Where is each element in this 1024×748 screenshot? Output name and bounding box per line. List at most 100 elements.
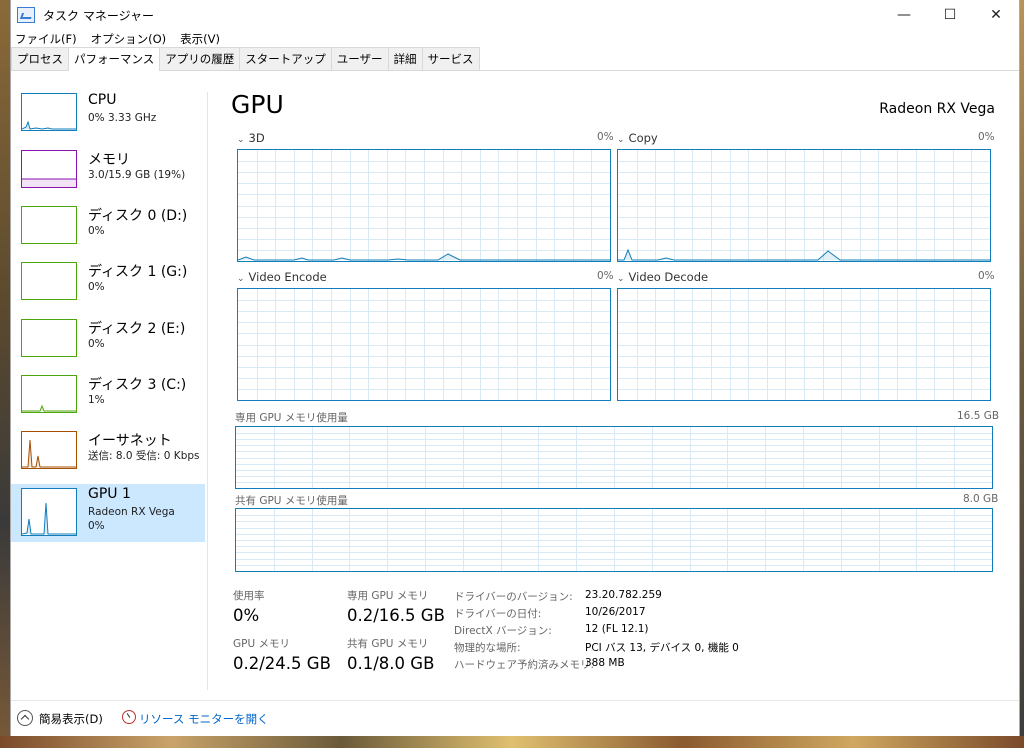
task-manager-window: タスク マネージャー — ☐ ✕ ファイル(F) オプション(O) 表示(V) … [10,0,1020,736]
engine-video-encode-name: Video Encode [248,270,327,284]
dedicated-memory-label: 専用 GPU メモリ使用量 [235,412,348,424]
engine-copy-pct: 0% [978,131,995,143]
ethernet-thumbnail-graph [21,431,77,469]
chevron-down-icon: ⌄ [617,135,625,145]
disk-0-thumbnail-graph [21,206,77,244]
sidebar-subtitle: 0% [88,281,105,293]
shared-gpu-memory-value: 0.1/8.0 GB [347,654,435,673]
tab-users[interactable]: ユーザー [330,47,389,70]
sidebar-title: ディスク 0 (D:) [88,208,188,224]
engine-video-encode-label[interactable]: ⌄ Video Encode [237,270,327,284]
gpu-thumbnail-graph [21,488,77,536]
page-title: GPU [231,90,284,119]
sidebar-item-gpu-1[interactable]: GPU 1 Radeon RX Vega 0% [11,484,205,542]
sidebar-item-disk-0[interactable]: ディスク 0 (D:) 0% [11,203,205,259]
graph-grid [236,427,992,488]
driver-version-label: ドライバーのバージョン: [454,591,573,603]
open-resource-monitor-link[interactable]: リソース モニターを開く [139,711,269,727]
utilization-value: 0% [233,606,260,625]
graph-grid [618,150,990,261]
sidebar-item-disk-1[interactable]: ディスク 1 (G:) 0% [11,259,205,315]
driver-date-label: ドライバーの日付: [454,608,542,620]
engine-copy-name: Copy [628,131,658,145]
sidebar-item-disk-3[interactable]: ディスク 3 (C:) 1% [11,372,205,428]
menu-bar: ファイル(F) オプション(O) 表示(V) [11,30,1019,48]
driver-version-value: 23.20.782.259 [585,589,662,601]
tab-bar: プロセス パフォーマンス アプリの履歴 スタートアップ ユーザー 詳細 サービス [11,47,1019,71]
hardware-reserved-memory-value: 388 MB [585,657,625,669]
tab-processes[interactable]: プロセス [11,47,69,70]
directx-version-label: DirectX バージョン: [454,625,552,637]
tab-services[interactable]: サービス [421,47,480,70]
gpu-model: Radeon RX Vega [88,506,175,518]
graph-grid [238,150,610,261]
menu-file[interactable]: ファイル(F) [15,31,77,47]
tab-performance[interactable]: パフォーマンス [68,47,161,71]
shared-memory-label: 共有 GPU メモリ使用量 [235,495,348,507]
sidebar-subtitle: 0% [88,338,105,350]
sidebar-item-ethernet[interactable]: イーサネット 送信: 8.0 受信: 0 Kbps [11,428,205,484]
directx-version-value: 12 (FL 12.1) [585,623,649,635]
close-button[interactable]: ✕ [973,0,1019,30]
disk-1-thumbnail-graph [21,262,77,300]
dedicated-memory-graph [235,426,993,489]
tab-startup[interactable]: スタートアップ [239,47,332,70]
dedicated-gpu-memory-label: 専用 GPU メモリ [347,590,429,602]
sidebar-item-memory[interactable]: メモリ 3.0/15.9 GB (19%) [11,147,205,203]
footer: 簡易表示(D) リソース モニターを開く [11,700,1019,735]
sidebar-title: GPU 1 [88,486,131,502]
fewer-details-button[interactable]: 簡易表示(D) [39,711,103,727]
engine-video-decode-pct: 0% [978,270,995,282]
title-bar[interactable]: タスク マネージャー — ☐ ✕ [11,0,1019,30]
sidebar-title: CPU [88,92,117,108]
maximize-button[interactable]: ☐ [927,0,973,30]
tab-app-history[interactable]: アプリの履歴 [159,47,241,70]
gpu-memory-label: GPU メモリ [233,638,290,650]
minimize-button[interactable]: — [881,0,927,30]
graph-grid [236,509,992,571]
task-manager-icon [17,7,35,23]
engine-copy-graph [617,149,991,262]
engine-video-decode-label[interactable]: ⌄ Video Decode [617,270,708,284]
sidebar-title: ディスク 3 (C:) [88,377,187,393]
shared-gpu-memory-label: 共有 GPU メモリ [347,638,429,650]
shared-memory-max: 8.0 GB [963,493,999,505]
tab-details[interactable]: 詳細 [387,47,423,70]
engine-3d-graph [237,149,611,262]
disk-2-thumbnail-graph [21,319,77,357]
chevron-up-icon[interactable] [17,710,33,726]
engine-video-decode-graph [617,288,991,401]
sidebar-subtitle: 3.0/15.9 GB (19%) [88,169,186,181]
engine-copy-label[interactable]: ⌄ Copy [617,131,658,145]
engine-video-encode-pct: 0% [597,270,614,282]
window-title: タスク マネージャー [43,8,154,23]
panel-divider [207,92,208,690]
sidebar-subtitle: 送信: 8.0 受信: 0 Kbps [88,450,200,462]
engine-video-decode-name: Video Decode [628,270,709,284]
sidebar-item-cpu[interactable]: CPU 0% 3.33 GHz [11,90,205,146]
cpu-thumbnail-graph [21,93,77,131]
menu-options[interactable]: オプション(O) [91,31,167,47]
engine-3d-pct: 0% [597,131,614,143]
engine-video-encode-graph [237,288,611,401]
desktop-background-left [0,0,10,748]
menu-view[interactable]: 表示(V) [180,31,220,47]
sidebar-subtitle: 1% [88,394,105,406]
graph-grid [618,289,990,400]
hardware-reserved-memory-label: ハードウェア予約済みメモリ: [454,659,595,671]
resource-monitor-icon [122,710,136,724]
dedicated-memory-max: 16.5 GB [957,410,1000,422]
sidebar-item-disk-2[interactable]: ディスク 2 (E:) 0% [11,316,205,372]
chevron-down-icon: ⌄ [237,135,245,145]
physical-location-label: 物理的な場所: [454,642,521,654]
gpu-memory-value: 0.2/24.5 GB [233,654,331,673]
engine-3d-name: 3D [248,131,265,145]
engine-3d-label[interactable]: ⌄ 3D [237,131,265,145]
disk-3-thumbnail-graph [21,375,77,413]
shared-memory-graph [235,508,993,572]
dedicated-gpu-memory-value: 0.2/16.5 GB [347,606,445,625]
sidebar-subtitle: 0% 3.33 GHz [88,112,157,124]
sidebar-title: ディスク 2 (E:) [88,321,186,337]
memory-thumbnail-graph [21,150,77,188]
sidebar-subtitle: Radeon RX Vega 0% [88,505,175,533]
